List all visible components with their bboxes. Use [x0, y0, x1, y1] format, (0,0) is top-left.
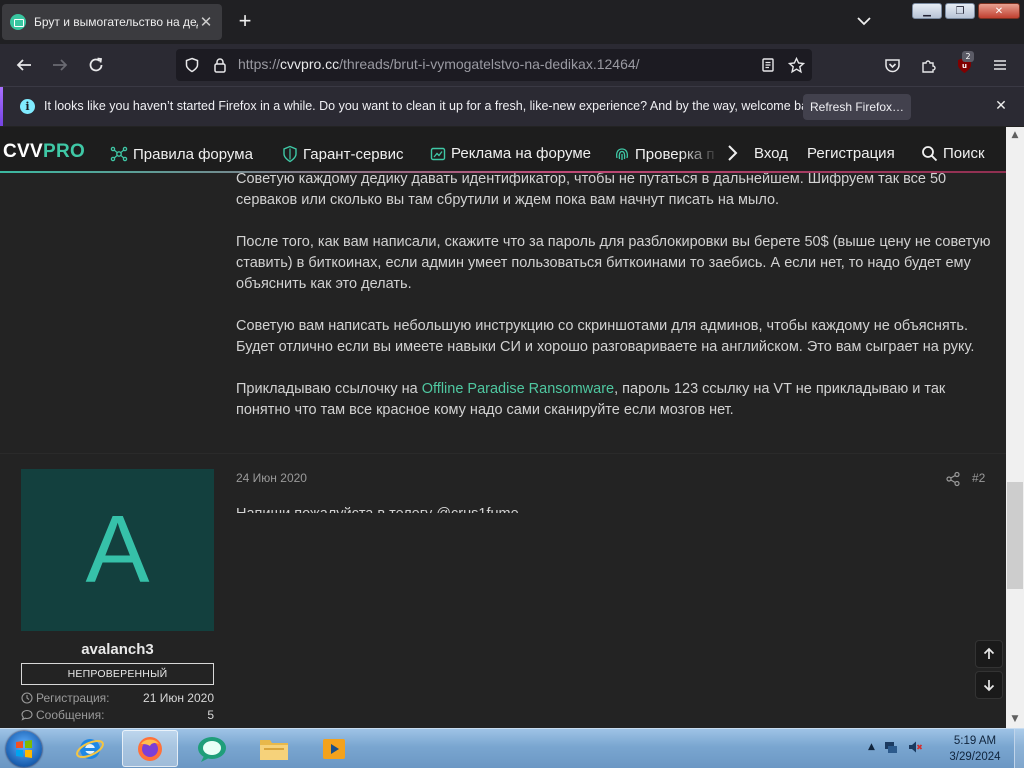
site-logo[interactable]: CVVPRO — [3, 141, 85, 163]
hamburger-menu-icon[interactable] — [990, 55, 1010, 75]
close-window-icon[interactable]: ✕ — [978, 3, 1020, 19]
pocket-icon[interactable] — [882, 55, 902, 75]
new-tab-icon[interactable]: + — [233, 10, 257, 34]
reader-view-icon[interactable] — [758, 55, 778, 75]
restore-icon[interactable]: ❐ — [945, 3, 975, 19]
taskbar-file-explorer[interactable] — [246, 730, 302, 767]
user-role-badge: НЕПРОВЕРЕННЫЙ — [21, 663, 214, 685]
bookmark-star-icon[interactable] — [786, 55, 806, 75]
clock-date: 3/29/2024 — [949, 751, 1001, 763]
menu-label: Гарант-сервис — [303, 145, 404, 163]
menu-label: Правила форума — [133, 145, 253, 163]
scroll-down-arrow-icon[interactable]: ▼ — [1006, 711, 1024, 728]
taskbar-internet-explorer[interactable] — [62, 730, 118, 767]
menu-item-advertising[interactable]: Реклама на форуме — [430, 145, 591, 162]
arrow-up-icon — [983, 647, 995, 659]
thread-content: Советую каждому дедику давать идентифика… — [0, 173, 1006, 728]
avatar[interactable]: A — [21, 469, 214, 631]
comment-icon — [21, 709, 33, 721]
folder-icon — [260, 739, 288, 760]
tracking-shield-icon[interactable] — [182, 55, 202, 75]
shield-icon — [283, 145, 297, 163]
chart-icon — [430, 147, 446, 160]
ransomware-link[interactable]: Offline Paradise Ransomware — [422, 381, 614, 397]
firefox-icon — [138, 736, 162, 761]
info-icon: i — [20, 99, 35, 114]
svg-text:u: u — [962, 62, 967, 70]
tab-list-chevron-icon[interactable] — [855, 12, 873, 30]
notification-accent — [0, 87, 3, 126]
search-icon — [922, 146, 938, 162]
scroll-up-arrow-icon[interactable]: ▲ — [1006, 127, 1024, 144]
menu-item-rules[interactable]: Правила форума — [110, 145, 253, 163]
taskbar-chat-app[interactable] — [184, 730, 240, 767]
start-button[interactable] — [6, 731, 42, 767]
browser-tab[interactable]: Брут и вымогательство на деди ✕ — [2, 4, 222, 40]
windows-taskbar: ▲ 5:19 AM 3/29/2024 — [0, 728, 1024, 768]
windows-logo-icon — [16, 740, 32, 758]
scroll-thumb[interactable] — [1007, 482, 1023, 589]
notification-close-icon[interactable]: ✕ — [992, 97, 1010, 115]
post-paragraph: Советую вам написать небольшую инструкци… — [236, 318, 975, 355]
refresh-firefox-button[interactable]: Refresh Firefox… — [803, 94, 911, 120]
url-text[interactable]: https://cvvpro.cc/threads/brut-i-vymogat… — [238, 56, 640, 72]
taskbar-media-player[interactable] — [306, 730, 362, 767]
stat-messages: Сообщения: 5 — [21, 708, 214, 722]
tab-close-icon[interactable]: ✕ — [198, 14, 214, 30]
clock-time: 5:19 AM — [953, 735, 997, 747]
login-link[interactable]: Вход — [754, 145, 788, 162]
volume-muted-icon[interactable] — [907, 739, 923, 755]
extensions-puzzle-icon[interactable] — [918, 55, 938, 75]
back-arrow-icon[interactable] — [14, 55, 34, 75]
forward-arrow-icon[interactable] — [50, 55, 70, 75]
post-text: Напиши пожалуйста в телегу @crus1fume — [236, 504, 519, 513]
tray-expand-icon[interactable]: ▲ — [868, 742, 875, 752]
post-divider — [0, 453, 1006, 454]
menu-scroll-right-icon[interactable] — [723, 143, 741, 163]
window-controls: ▁ ❐ ✕ — [912, 3, 1020, 19]
search-link[interactable]: Поиск — [921, 145, 985, 162]
internet-explorer-icon — [76, 738, 104, 759]
scroll-to-bottom-button[interactable] — [975, 671, 1003, 699]
url-bar[interactable]: https://cvvpro.cc/threads/brut-i-vymogat… — [176, 49, 812, 81]
notification-text: It looks like you haven’t started Firefo… — [44, 99, 825, 113]
share-icon[interactable] — [945, 471, 961, 487]
scroll-to-top-button[interactable] — [975, 640, 1003, 668]
page-scrollbar[interactable]: ▲ ▼ — [1006, 127, 1024, 728]
post-paragraph: Прикладываю ссылочку на Offline Paradise… — [236, 381, 946, 418]
reload-icon[interactable] — [86, 55, 106, 75]
register-link[interactable]: Регистрация — [807, 145, 895, 162]
network-icon — [110, 146, 128, 162]
show-desktop-button[interactable] — [1014, 729, 1024, 768]
refresh-firefox-notification: i It looks like you haven’t started Fire… — [0, 86, 1024, 126]
site-header: CVVPRO Правила форума Гарант-сервис Рекл… — [0, 127, 1008, 173]
post-body: Советую каждому дедику давать идентифика… — [236, 173, 996, 442]
clock-icon — [21, 692, 33, 704]
system-tray: ▲ — [868, 739, 923, 755]
network-tray-icon[interactable] — [883, 739, 899, 755]
arrow-down-icon — [983, 680, 995, 692]
site-favicon-icon — [10, 14, 26, 30]
menu-fade — [680, 137, 720, 171]
fingerprint-icon — [616, 148, 628, 160]
browser-tab-strip: Брут и вымогательство на деди ✕ + ▁ ❐ ✕ — [0, 0, 1024, 44]
username[interactable]: avalanch3 — [21, 641, 214, 658]
system-clock[interactable]: 5:19 AM 3/29/2024 — [940, 733, 1010, 765]
menu-item-guarantee[interactable]: Гарант-сервис — [282, 145, 404, 163]
padlock-icon[interactable] — [210, 55, 230, 75]
menu-label: Реклама на форуме — [451, 145, 591, 162]
post-paragraph: После того, как вам написали, скажите чт… — [236, 234, 991, 292]
post-paragraph: Советую каждому дедику давать идентифика… — [236, 173, 947, 208]
stat-registration: Регистрация: 21 Июн 2020 — [21, 691, 214, 705]
post-number[interactable]: #2 — [972, 471, 985, 485]
taskbar-firefox[interactable] — [122, 730, 178, 767]
chat-bubble-icon — [198, 736, 226, 762]
media-player-icon — [323, 738, 345, 759]
navigation-toolbar: https://cvvpro.cc/threads/brut-i-vymogat… — [0, 44, 1024, 86]
extension-badge: 2 — [962, 51, 974, 62]
user-panel: A avalanch3 НЕПРОВЕРЕННЫЙ Регистрация: 2… — [21, 469, 214, 722]
tab-title: Брут и вымогательство на деди — [34, 15, 198, 29]
post-date[interactable]: 24 Июн 2020 — [236, 471, 307, 485]
minimize-icon[interactable]: ▁ — [912, 3, 942, 19]
